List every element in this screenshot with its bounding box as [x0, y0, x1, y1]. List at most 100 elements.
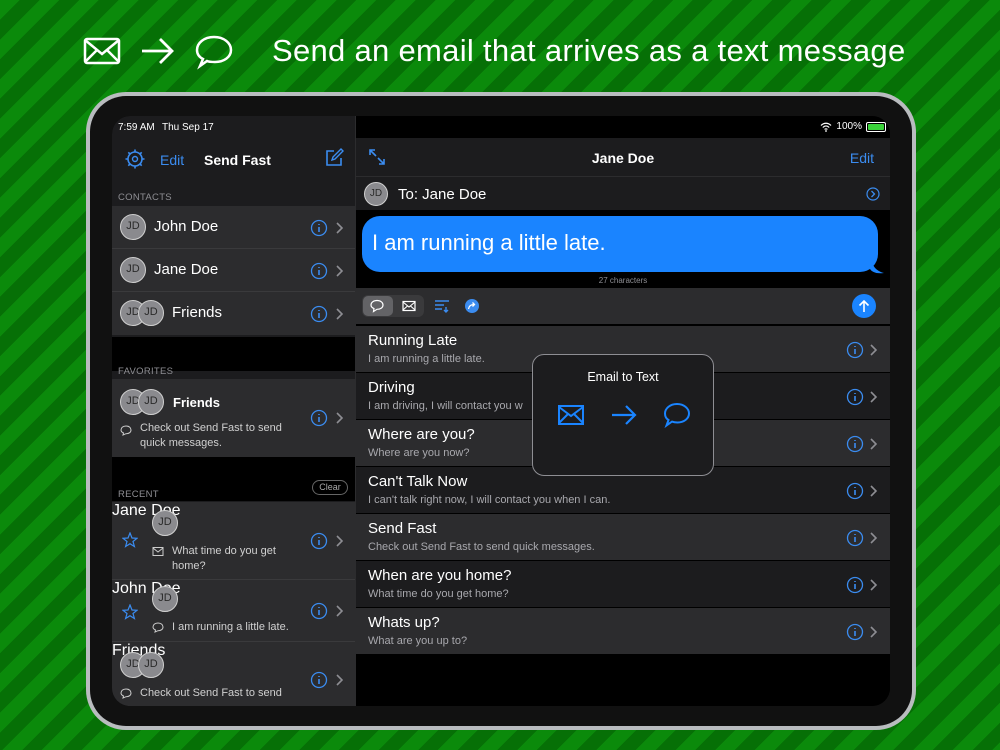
contact-row[interactable]: JD Jane Doe [112, 249, 355, 292]
template-row[interactable]: Send Fast Check out Send Fast to send qu… [356, 514, 890, 561]
recent-message: Check out Send Fast to send [140, 687, 282, 699]
info-icon[interactable] [846, 341, 864, 359]
template-title: Can't Talk Now [368, 473, 468, 490]
star-icon[interactable] [122, 604, 138, 620]
chat-bubble-icon [663, 402, 691, 429]
contact-name: Jane Doe [154, 261, 219, 278]
message-type-control[interactable] [362, 295, 424, 317]
template-title: Running Late [368, 332, 458, 349]
recent-item[interactable]: JD Jane Doe What time do you get home? [112, 502, 355, 580]
compose-toolbar [356, 288, 890, 324]
envelope-icon [83, 37, 121, 65]
message-bubble[interactable]: I am running a little late. [362, 216, 878, 272]
envelope-icon [152, 547, 164, 556]
info-icon[interactable] [846, 576, 864, 594]
compose-icon[interactable] [324, 148, 344, 168]
chevron-right-icon [870, 485, 878, 497]
chevron-right-icon [336, 535, 344, 547]
ipad-frame: Edit Send Fast CONTACTS JD John Doe JD J… [86, 92, 916, 730]
chevron-right-icon [336, 308, 344, 320]
chat-bubble-icon[interactable] [370, 299, 384, 313]
avatar: JD [120, 257, 146, 283]
sidebar: Edit Send Fast CONTACTS JD John Doe JD J… [112, 116, 356, 706]
info-icon[interactable] [310, 671, 328, 689]
avatar: JD [120, 214, 146, 240]
character-count: 27 characters [598, 276, 648, 285]
chat-bubble-icon [120, 688, 132, 699]
chevron-right-icon [336, 265, 344, 277]
screen: Edit Send Fast CONTACTS JD John Doe JD J… [112, 116, 890, 706]
sidebar-edit-button[interactable]: Edit [160, 152, 184, 168]
star-icon[interactable] [122, 532, 138, 548]
info-icon[interactable] [310, 219, 328, 237]
recent-item[interactable]: JD John Doe I am running a little late. [112, 580, 355, 642]
info-icon[interactable] [846, 482, 864, 500]
favorite-message: Check out Send Fast to send quick messag… [140, 422, 282, 449]
avatar: JD [152, 586, 178, 612]
sidebar-title: Send Fast [204, 152, 271, 168]
info-icon[interactable] [846, 529, 864, 547]
arrow-up-icon [858, 299, 870, 312]
info-icon[interactable] [310, 602, 328, 620]
template-row[interactable]: When are you home? What time do you get … [356, 561, 890, 608]
chevron-right-icon [870, 579, 878, 591]
template-body: Check out Send Fast to send quick messag… [368, 541, 595, 553]
battery-icon [866, 121, 886, 132]
template-title: When are you home? [368, 567, 512, 584]
list-format-icon[interactable] [434, 298, 450, 314]
template-body: I am driving, I will contact you w [368, 400, 523, 412]
chevron-right-icon [870, 391, 878, 403]
chevron-right-icon [336, 222, 344, 234]
share-arrow-icon[interactable] [464, 298, 480, 314]
status-time: 7:59 AM [118, 122, 155, 133]
recipient-row[interactable]: JD To: Jane Doe [356, 176, 890, 210]
template-title: Driving [368, 379, 415, 396]
info-icon[interactable] [846, 388, 864, 406]
recent-header: RECENT [118, 489, 159, 500]
info-icon[interactable] [310, 262, 328, 280]
recent-message: What time do you get home? [172, 545, 276, 572]
chevron-right-icon [870, 438, 878, 450]
arrow-right-icon [612, 405, 637, 425]
info-icon[interactable] [846, 435, 864, 453]
detail-title: Jane Doe [591, 150, 655, 166]
detail-edit-button[interactable]: Edit [850, 150, 874, 166]
template-body: I can't talk right now, I will contact y… [368, 494, 611, 506]
info-icon[interactable] [310, 409, 328, 427]
info-icon[interactable] [310, 532, 328, 550]
template-row[interactable]: Whats up? What are you up to? [356, 608, 890, 655]
status-bar: 7:59 AM Thu Sep 17 100% [112, 116, 890, 136]
gear-icon[interactable] [124, 148, 146, 170]
contact-row[interactable]: JD JD Friends [112, 292, 355, 335]
envelope-icon[interactable] [402, 299, 416, 313]
template-title: Send Fast [368, 520, 437, 537]
send-button[interactable] [852, 294, 876, 318]
status-date: Thu Sep 17 [162, 122, 214, 133]
avatar: JD [138, 652, 164, 678]
chevron-right-icon [336, 674, 344, 686]
chevron-right-icon [336, 605, 344, 617]
chevron-right-icon [870, 626, 878, 638]
arrow-right-icon [142, 38, 174, 64]
favorite-item[interactable]: JD JD Friends Check out Send Fast to sen… [112, 379, 355, 457]
clear-button[interactable]: Clear [312, 480, 348, 495]
recent-item[interactable]: JD JD Friends Check out Send Fast to sen… [112, 642, 355, 706]
wifi-icon [820, 122, 832, 132]
avatar: JD [138, 300, 164, 326]
banner: Send an email that arrives as a text mes… [82, 26, 906, 76]
status-right: 100% [820, 121, 886, 132]
sidebar-navbar: Edit Send Fast [112, 138, 355, 180]
info-icon[interactable] [846, 623, 864, 641]
template-title: Whats up? [368, 614, 440, 631]
contact-row[interactable]: JD John Doe [112, 206, 355, 249]
chevron-circle-icon[interactable] [866, 187, 880, 201]
avatar: JD [364, 182, 388, 206]
info-icon[interactable] [310, 305, 328, 323]
avatar: JD [152, 510, 178, 536]
favorite-name: Friends [173, 395, 220, 410]
chat-bubble-icon [195, 35, 233, 70]
recent-message: I am running a little late. [172, 621, 289, 633]
bubble-tail [870, 256, 884, 274]
recipient-label: To: Jane Doe [398, 186, 487, 203]
email-to-text-popover: Email to Text [532, 354, 714, 476]
